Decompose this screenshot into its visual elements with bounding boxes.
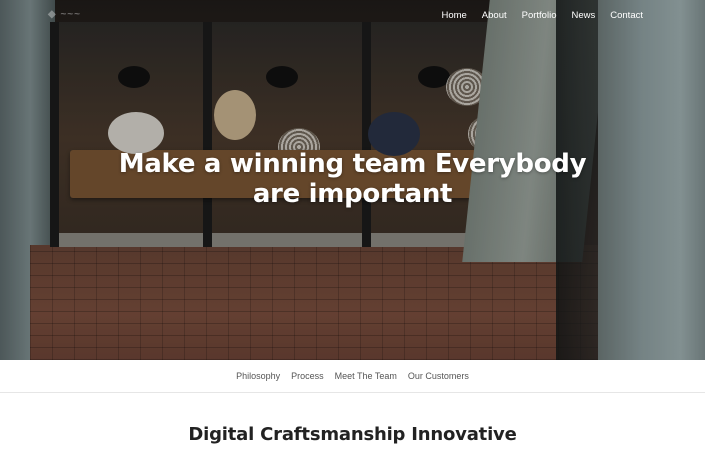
- nav-portfolio-link[interactable]: Portfolio: [522, 10, 557, 21]
- hero-title-line2: are important: [252, 179, 453, 209]
- subnav-team-link[interactable]: Meet The Team: [335, 371, 397, 381]
- subnav-process-link[interactable]: Process: [291, 371, 324, 381]
- hero-banner: ◆ ~~~ Home About Portfolio News Contact …: [0, 0, 705, 360]
- subnav-philosophy-link[interactable]: Philosophy: [236, 371, 280, 381]
- hero-title: Make a winning team Everybody are import…: [0, 149, 705, 209]
- nav-about-link[interactable]: About: [482, 10, 507, 21]
- nav-news-link[interactable]: News: [571, 10, 595, 21]
- hero-title-line1: Make a winning team Everybody: [118, 149, 587, 179]
- section-title: Digital Craftsmanship Innovative: [188, 424, 517, 445]
- main-nav: Home About Portfolio News Contact: [426, 10, 643, 21]
- logo[interactable]: ◆ ~~~: [48, 9, 104, 21]
- nav-home-link[interactable]: Home: [441, 10, 466, 21]
- section-subnav: Philosophy Process Meet The Team Our Cus…: [0, 360, 705, 393]
- nav-contact-link[interactable]: Contact: [610, 10, 643, 21]
- subnav-customers-link[interactable]: Our Customers: [408, 371, 469, 381]
